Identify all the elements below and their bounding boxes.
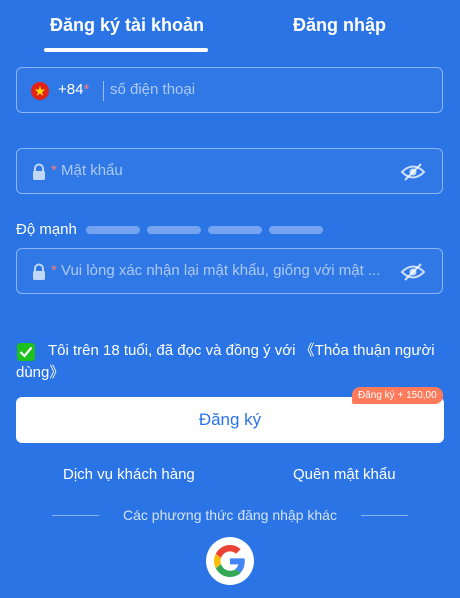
phone-field[interactable]: +84* số điện thoại <box>16 67 443 113</box>
country-code[interactable]: +84* <box>58 81 89 98</box>
strength-bar-3 <box>208 226 262 234</box>
strength-bar-2 <box>147 226 201 234</box>
password-field[interactable]: * Mật khẩu <box>16 148 443 194</box>
eye-off-icon[interactable] <box>400 261 426 283</box>
google-login-button[interactable] <box>206 537 254 585</box>
forgot-password-link[interactable]: Quên mật khẩu <box>293 466 396 483</box>
agreement-text: Tôi trên 18 tuổi, đã đọc và đồng ý với 《… <box>16 342 435 381</box>
field-separator <box>103 81 104 101</box>
other-login-methods-label: Các phương thức đăng nhập khác <box>123 507 337 523</box>
vietnam-flag-icon[interactable] <box>31 82 49 100</box>
google-icon <box>214 545 245 577</box>
password-input[interactable]: * Mật khẩu <box>51 162 123 179</box>
lock-icon <box>31 163 47 181</box>
customer-service-link[interactable]: Dịch vụ khách hàng <box>63 466 195 483</box>
tab-register[interactable]: Đăng ký tài khoản <box>50 15 204 36</box>
auth-tabs: Đăng ký tài khoản Đăng nhập <box>0 0 460 56</box>
confirm-password-field[interactable]: * Vui lòng xác nhận lại mật khẩu, giống … <box>16 248 443 294</box>
confirm-password-input[interactable]: * Vui lòng xác nhận lại mật khẩu, giống … <box>51 262 381 279</box>
tab-login[interactable]: Đăng nhập <box>293 15 386 36</box>
strength-label: Độ mạnh <box>16 221 77 238</box>
eye-off-icon[interactable] <box>400 161 426 183</box>
lock-icon <box>31 263 47 281</box>
strength-bar-1 <box>86 226 140 234</box>
strength-bar-4 <box>269 226 323 234</box>
promo-badge: Đăng ký + 150,00 <box>352 387 443 404</box>
phone-input[interactable]: số điện thoại <box>110 81 195 98</box>
active-tab-indicator <box>44 48 208 52</box>
